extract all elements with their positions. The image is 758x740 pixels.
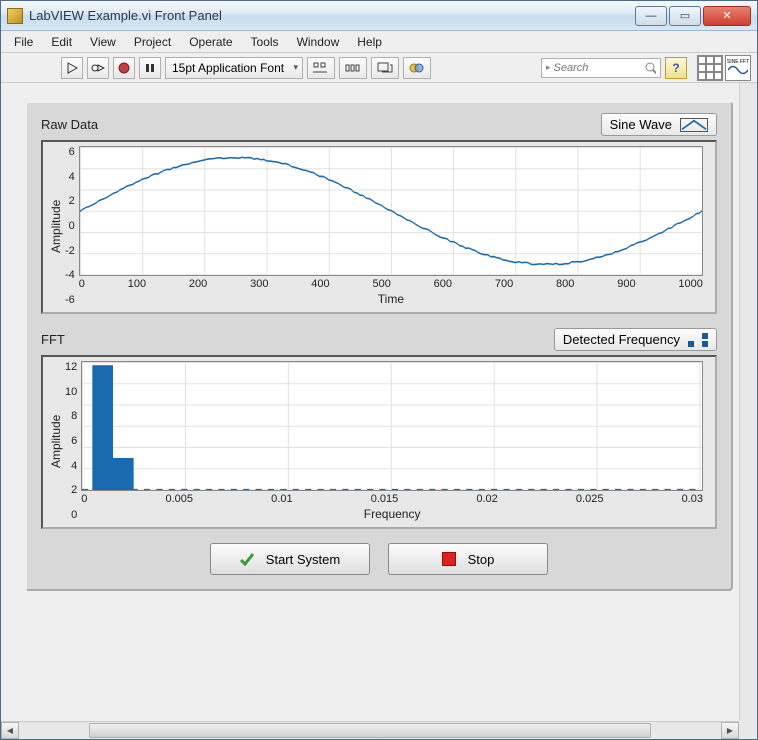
chart2-title: FFT bbox=[41, 332, 65, 347]
chart2-yticks: 121086420 bbox=[65, 361, 81, 521]
search-icon bbox=[644, 61, 656, 75]
menu-window[interactable]: Window bbox=[288, 33, 349, 51]
menu-edit[interactable]: Edit bbox=[42, 33, 81, 51]
font-select[interactable]: 15pt Application Font bbox=[165, 57, 303, 79]
close-button[interactable]: ✕ bbox=[703, 6, 751, 26]
search-box[interactable]: ▸ bbox=[541, 58, 661, 78]
resize-button[interactable] bbox=[371, 57, 399, 79]
scroll-thumb-h[interactable] bbox=[89, 723, 651, 738]
chart2-frame: Amplitude 121086420 00.0050.010.0150.020… bbox=[41, 355, 717, 529]
scroll-right-button[interactable]: ▶ bbox=[721, 722, 739, 739]
app-window: LabVIEW Example.vi Front Panel ― ▭ ✕ Fil… bbox=[0, 0, 758, 740]
chart2-legend[interactable]: Detected Frequency bbox=[554, 328, 717, 351]
chart1-legend[interactable]: Sine Wave bbox=[601, 113, 717, 136]
stop-icon bbox=[442, 552, 456, 566]
search-input[interactable] bbox=[554, 62, 644, 74]
toolbar: 15pt Application Font ▸ ? SINE FFT bbox=[1, 53, 757, 83]
horizontal-scrollbar[interactable]: ◀ ▶ bbox=[1, 721, 739, 739]
window-title: LabVIEW Example.vi Front Panel bbox=[29, 8, 633, 23]
chart2-xlabel: Frequency bbox=[81, 505, 703, 521]
chart1-plot[interactable] bbox=[79, 146, 703, 276]
scatter-icon bbox=[688, 333, 708, 347]
font-select-label: 15pt Application Font bbox=[172, 61, 284, 75]
scroll-left-button[interactable]: ◀ bbox=[1, 722, 19, 739]
run-continuous-button[interactable] bbox=[87, 57, 109, 79]
chart2-ylabel: Amplitude bbox=[47, 361, 65, 521]
chart1-yticks: 6420-2-4-6 bbox=[65, 146, 79, 306]
distribute-button[interactable] bbox=[339, 57, 367, 79]
start-button-label: Start System bbox=[266, 552, 340, 567]
connector-pane-icon[interactable] bbox=[697, 55, 723, 81]
align-button[interactable] bbox=[307, 57, 335, 79]
stop-button[interactable]: Stop bbox=[388, 543, 548, 575]
menu-help[interactable]: Help bbox=[348, 33, 391, 51]
vertical-scrollbar[interactable] bbox=[739, 83, 757, 721]
maximize-button[interactable]: ▭ bbox=[669, 6, 701, 26]
reorder-button[interactable] bbox=[403, 57, 431, 79]
chart2-legend-label: Detected Frequency bbox=[563, 332, 680, 347]
menu-file[interactable]: File bbox=[5, 33, 42, 51]
chart2-plot[interactable] bbox=[81, 361, 703, 491]
raised-panel: Raw Data Sine Wave Amplitude 6420-2-4-6 bbox=[25, 101, 733, 591]
menu-operate[interactable]: Operate bbox=[180, 33, 241, 51]
check-icon bbox=[240, 552, 254, 566]
chart1-frame: Amplitude 6420-2-4-6 0100200300400500600… bbox=[41, 140, 717, 314]
vi-icon[interactable]: SINE FFT bbox=[725, 55, 751, 81]
stop-button-label: Stop bbox=[468, 552, 495, 567]
chart1-ylabel: Amplitude bbox=[47, 146, 65, 306]
pause-button[interactable] bbox=[139, 57, 161, 79]
front-panel: Raw Data Sine Wave Amplitude 6420-2-4-6 bbox=[1, 83, 757, 721]
chart1-xlabel: Time bbox=[79, 290, 703, 306]
sine-wave-icon bbox=[680, 118, 708, 132]
run-button[interactable] bbox=[61, 57, 83, 79]
chart2-xticks: 00.0050.010.0150.020.0250.03 bbox=[81, 491, 703, 505]
abort-button[interactable] bbox=[113, 57, 135, 79]
help-button[interactable]: ? bbox=[665, 57, 687, 79]
fft-chart: FFT Detected Frequency Amplitude 1210864… bbox=[41, 328, 717, 529]
menu-project[interactable]: Project bbox=[125, 33, 180, 51]
menubar: File Edit View Project Operate Tools Win… bbox=[1, 31, 757, 53]
chart1-xticks: 01002003004005006007008009001000 bbox=[79, 276, 703, 290]
button-row: Start System Stop bbox=[41, 543, 717, 575]
minimize-button[interactable]: ― bbox=[635, 6, 667, 26]
scrollbar-corner bbox=[739, 721, 757, 739]
start-system-button[interactable]: Start System bbox=[210, 543, 370, 575]
menu-view[interactable]: View bbox=[81, 33, 125, 51]
raw-data-chart: Raw Data Sine Wave Amplitude 6420-2-4-6 bbox=[41, 113, 717, 314]
app-icon bbox=[7, 8, 23, 24]
chart1-legend-label: Sine Wave bbox=[610, 117, 672, 132]
titlebar: LabVIEW Example.vi Front Panel ― ▭ ✕ bbox=[1, 1, 757, 31]
chart1-title: Raw Data bbox=[41, 117, 98, 132]
menu-tools[interactable]: Tools bbox=[242, 33, 288, 51]
